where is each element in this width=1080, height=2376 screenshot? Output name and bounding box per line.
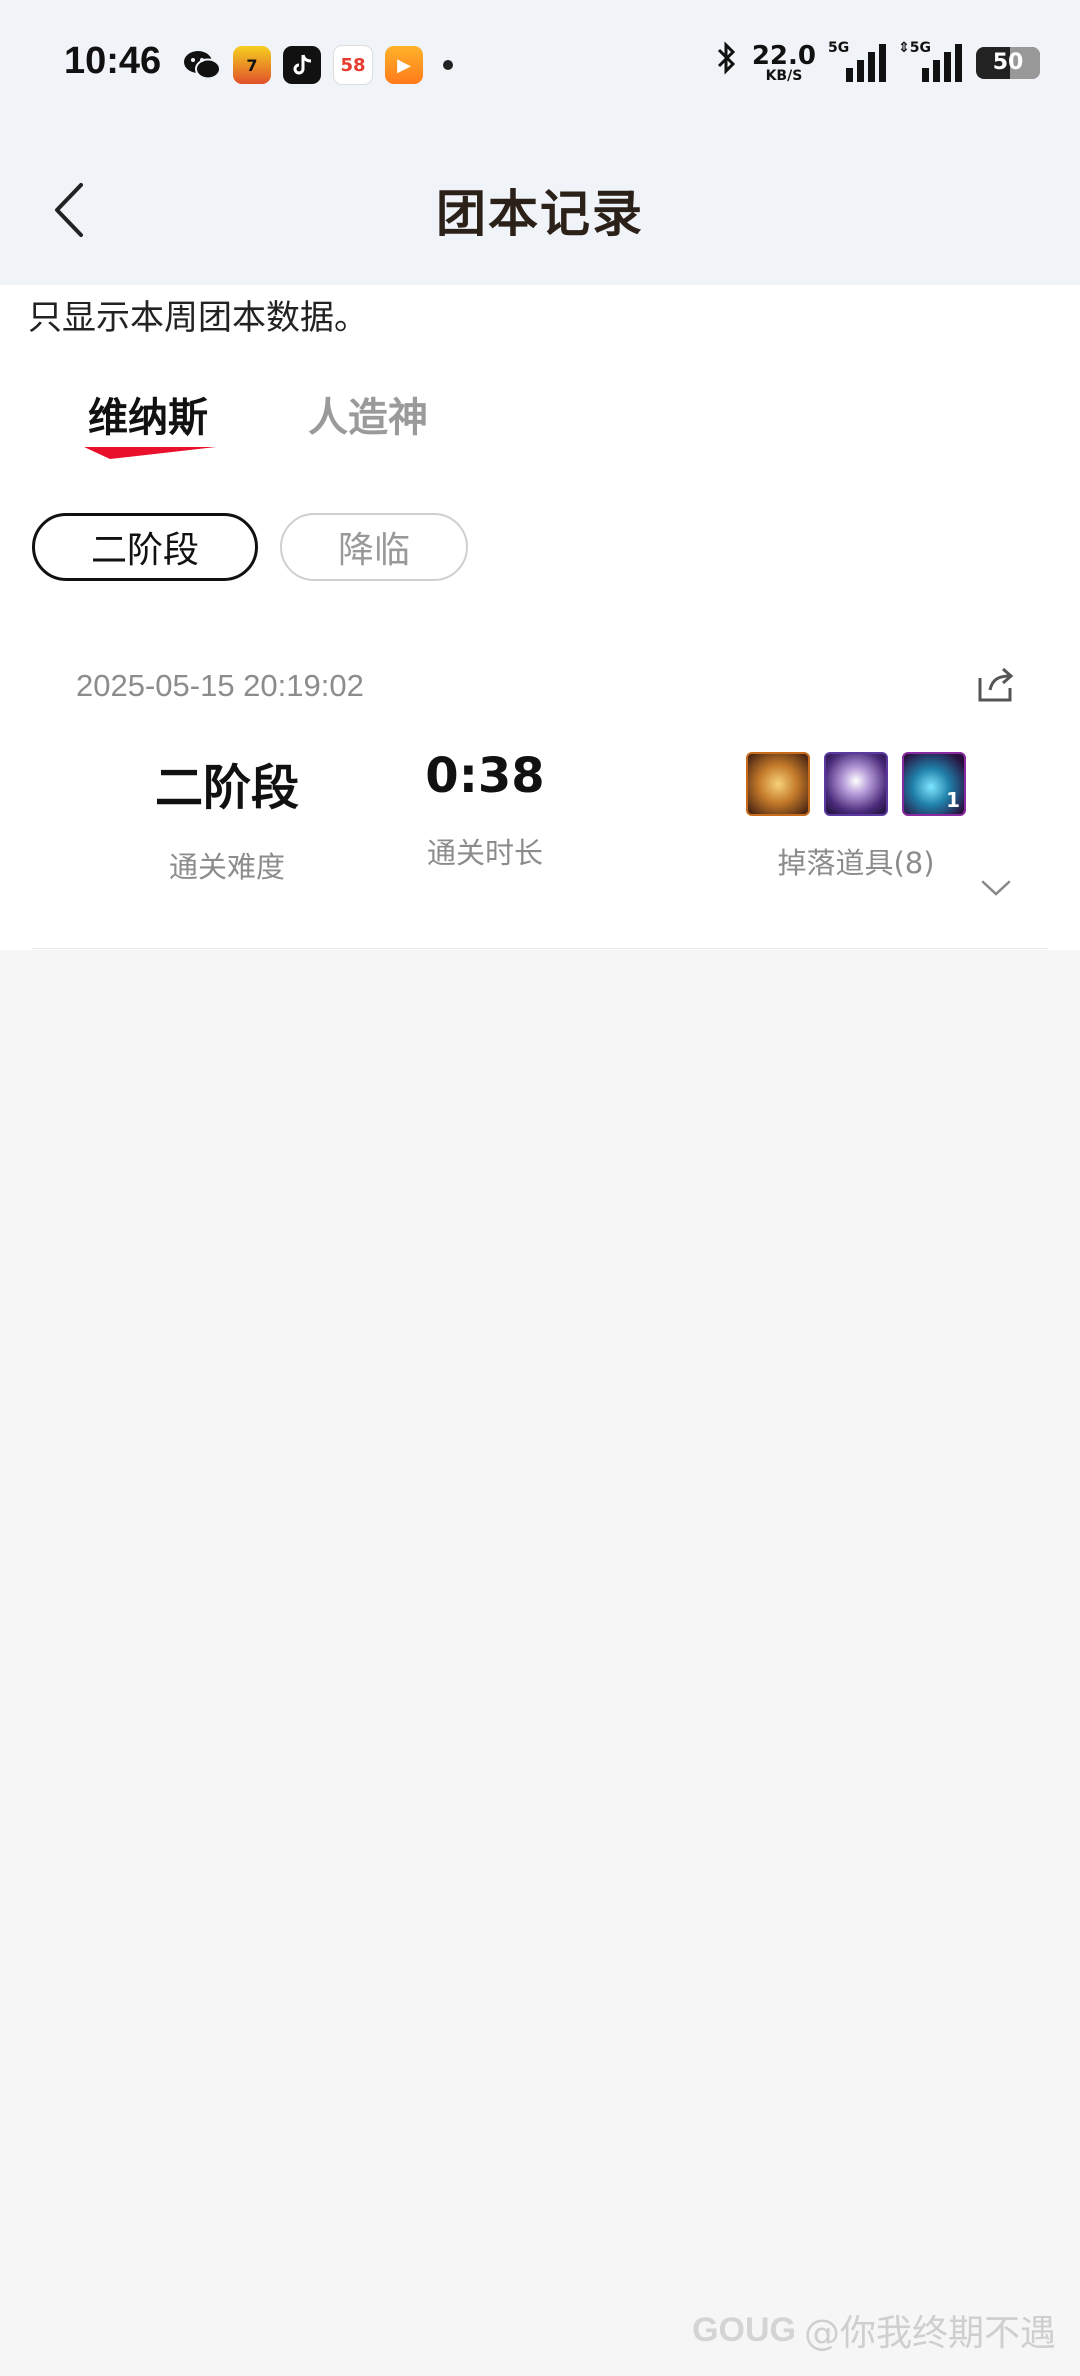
wechat-icon — [183, 46, 221, 84]
chip-stage-two[interactable]: 二阶段 — [32, 513, 258, 581]
blue-crystal-item-icon[interactable]: 1 — [902, 752, 966, 816]
record-datetime: 2025-05-15 20:19:02 — [76, 668, 364, 703]
system-indicators: 22.0 KB/S 5G ⇕5G 50 — [716, 40, 1040, 85]
bluetooth-icon — [716, 40, 738, 85]
tab-venus[interactable]: 维纳斯 — [88, 385, 208, 443]
purple-box-item-icon[interactable] — [824, 752, 888, 816]
chevron-down-icon[interactable] — [980, 878, 1012, 898]
58-app-icon: 58 — [333, 45, 373, 85]
notification-icons: 7 58 ▶ — [183, 45, 453, 85]
signal2-label: ⇕5G — [898, 39, 931, 56]
signal1-label: 5G — [828, 39, 850, 56]
item-quantity: 1 — [946, 788, 960, 812]
signal-icon-2: ⇕5G — [898, 40, 962, 82]
duration-value: 0:38 — [425, 748, 545, 804]
page-header: 团本记录 — [0, 130, 1080, 285]
battery-icon: 50 — [976, 46, 1040, 79]
tiktok-icon — [283, 46, 321, 84]
drop-items: 1 — [726, 752, 986, 816]
share-icon[interactable] — [976, 664, 1016, 704]
drops-label: 掉落道具(8) — [777, 846, 935, 880]
video-app-icon: ▶ — [385, 46, 423, 84]
notice-text: 只显示本周团本数据。 — [28, 298, 368, 338]
golden-wings-item-icon[interactable] — [746, 752, 810, 816]
battery-level: 50 — [992, 50, 1024, 75]
difficulty-value: 二阶段 — [154, 760, 299, 816]
duration-label: 通关时长 — [426, 836, 543, 870]
watermark: GOUG @你我终期不遇 — [692, 2304, 1056, 2356]
status-time: 10:46 — [64, 40, 162, 82]
stage-filter: 二阶段 降临 — [32, 513, 468, 581]
watermark-logo: GOUG — [692, 2310, 796, 2349]
net-speed-unit: KB/S — [765, 67, 803, 84]
top-area: 10:46 7 58 ▶ 22.0 KB/S 5G ⇕5G 50 团本记录 — [0, 0, 1080, 285]
net-speed-value: 22.0 — [751, 40, 816, 71]
drops-stat: 1 掉落道具(8) — [726, 752, 986, 882]
chip-descent[interactable]: 降临 — [280, 513, 468, 581]
record-card[interactable]: 2025-05-15 20:19:02 二阶段 通关难度 0:38 通关时长 1… — [32, 638, 1048, 948]
difficulty-label: 通关难度 — [168, 850, 285, 884]
watermark-text: @你我终期不遇 — [803, 2313, 1056, 2354]
status-bar: 10:46 7 58 ▶ 22.0 KB/S 5G ⇕5G 50 — [0, 0, 1080, 130]
more-notifications-icon — [443, 60, 453, 70]
difficulty-stat: 二阶段 通关难度 — [92, 748, 362, 886]
network-speed: 22.0 KB/S — [752, 43, 816, 83]
active-tab-indicator — [84, 447, 216, 459]
duration-stat: 0:38 通关时长 — [350, 748, 620, 872]
signal-icon: 5G — [828, 40, 886, 82]
page-title: 团本记录 — [436, 185, 644, 243]
game-app-icon: 7 — [233, 46, 271, 84]
tab-artificial-god[interactable]: 人造神 — [308, 385, 428, 443]
